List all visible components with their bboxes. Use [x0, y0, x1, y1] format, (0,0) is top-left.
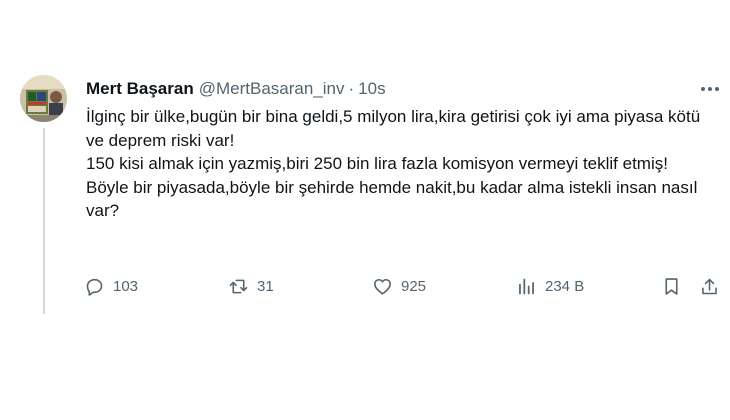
reply-count: 103	[113, 277, 139, 295]
retweet-count: 31	[257, 277, 274, 295]
bookmark-icon	[665, 277, 678, 295]
separator-dot: ·	[348, 79, 355, 98]
author-handle[interactable]: @MertBasaran_inv	[199, 79, 345, 99]
analytics-icon	[519, 278, 534, 294]
like-button[interactable]: 925	[372, 273, 426, 299]
tweet-paragraph: Böyle bir piyasada,böyle bir şehirde hem…	[86, 177, 698, 221]
more-options-button[interactable]	[696, 78, 724, 100]
tweet-paragraph: İlginç bir ülke,bugün bir bina geldi,5 m…	[86, 107, 701, 150]
retweet-button[interactable]: 31	[228, 273, 274, 299]
author-name[interactable]: Mert Başaran	[86, 79, 194, 99]
tweet-header: Mert Başaran @MertBasaran_inv · 10s	[86, 78, 386, 100]
views-count: 234 B	[545, 277, 585, 295]
reply-icon	[86, 278, 103, 296]
heart-icon	[374, 278, 391, 295]
share-button[interactable]	[699, 273, 720, 299]
tweet-text: İlginç bir ülke,bugün bir bina geldi,5 m…	[86, 105, 706, 223]
retweet-icon	[229, 279, 248, 293]
tweet[interactable]: Mert Başaran @MertBasaran_inv · 10s İlgi…	[0, 0, 730, 420]
more-horizontal-icon	[701, 87, 719, 91]
tweet-paragraph: 150 kisi almak için yazmiş,biri 250 bin …	[86, 154, 668, 173]
share-icon	[702, 278, 717, 294]
bookmark-button[interactable]	[661, 273, 682, 299]
avatar[interactable]	[20, 75, 67, 122]
like-count: 925	[401, 277, 427, 295]
timestamp[interactable]: 10s	[358, 79, 385, 99]
action-bar: 103 31 925 234 B	[0, 273, 730, 299]
views-button[interactable]: 234 B	[516, 273, 584, 299]
reply-button[interactable]: 103	[84, 273, 138, 299]
